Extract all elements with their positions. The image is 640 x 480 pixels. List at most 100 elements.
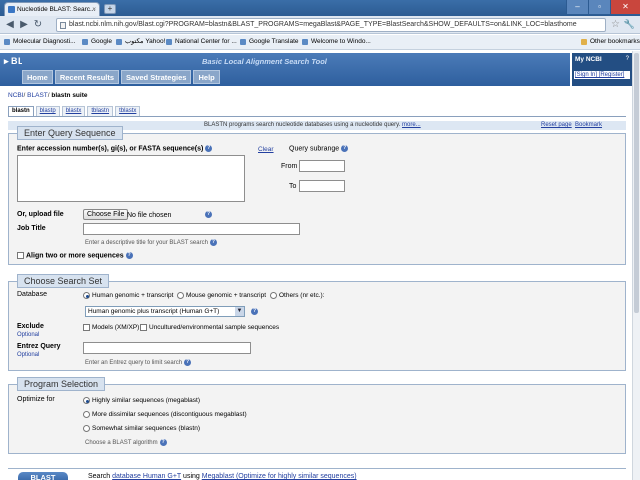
program-selection-section: Program Selection Optimize for Highly si… [8,377,626,454]
chevron-down-icon[interactable]: ▼ [235,307,244,316]
exclude-uncultured-checkbox[interactable] [140,324,147,331]
bookmark-item[interactable]: Molecular Diagnosti... [4,35,76,49]
database-link[interactable]: database Human G+T [112,473,181,480]
help-icon[interactable]: ? [205,145,213,152]
tab-blastn[interactable]: blastn [8,106,34,116]
more-link[interactable]: more... [402,122,421,128]
bookmark-item[interactable]: Google [82,35,112,49]
tab-title: Nucleotide BLAST: Searc... [17,6,96,13]
page-icon [60,22,66,29]
bookmark-star-icon[interactable]: ☆ [611,19,620,30]
breadcrumb-ncbi[interactable]: NCBI [8,92,24,99]
help-icon[interactable]: ? [184,359,192,366]
breadcrumb: NCBI/ BLAST/ blastn suite [8,92,88,99]
entrez-optional: Optional [17,352,40,358]
query-section: Enter Query Sequence Enter accession num… [8,126,626,265]
breadcrumb-blast[interactable]: BLAST [27,92,48,99]
browser-tab[interactable]: Nucleotide BLAST: Searc... × [4,2,100,16]
scrollbar-thumb[interactable] [634,53,639,313]
bookmark-item[interactable]: مكتوب Yahoo! [116,35,165,49]
algorithm-hint: Choose a BLAST algorithm? [85,439,167,447]
url-text: blast.ncbi.nlm.nih.gov/Blast.cgi?PROGRAM… [69,21,577,28]
db-human-radio[interactable] [83,292,90,299]
page-scrollbar[interactable] [632,51,640,480]
nav-home[interactable]: Home [22,70,53,84]
header-subtitle: Basic Local Alignment Search Tool [202,57,327,66]
tab-blastx[interactable]: blastx [61,106,86,116]
minimize-icon[interactable]: – [566,0,588,14]
myncbi-help-icon[interactable]: ? [626,56,629,62]
megablast-label: Highly similar sequences (megablast) [92,397,201,404]
new-tab-button[interactable]: + [104,4,116,14]
bookmark-item[interactable]: National Center for ... [166,35,237,49]
query-section-title: Enter Query Sequence [17,126,123,140]
db-others-label: Others (nr etc.): [279,292,325,299]
help-icon[interactable]: ? [205,211,212,218]
browser-toolbar: ◀ ▶ ↻ blast.ncbi.nlm.nih.gov/Blast.cgi?P… [0,16,640,34]
close-window-icon[interactable]: ✕ [610,0,640,14]
discontiguous-label: More dissimilar sequences (discontiguous… [92,411,247,418]
db-others-radio[interactable] [270,292,277,299]
program-selection-title: Program Selection [17,377,106,391]
program-description: BLASTN programs search nucleotide databa… [204,122,421,128]
align-two-checkbox[interactable] [17,252,24,259]
tab-blastp[interactable]: blastp [35,106,60,116]
blastn-radio[interactable] [83,425,90,432]
db-mouse-radio[interactable] [177,292,184,299]
blast-submit-bar: BLAST Search database Human G+T using Me… [8,468,626,480]
from-input[interactable] [299,160,345,172]
exclude-models-checkbox[interactable] [83,324,90,331]
accession-label: Enter accession number(s), gi(s), or FAS… [17,145,213,153]
nav-saved-strategies[interactable]: Saved Strategies [121,70,192,84]
bookmark-item[interactable]: Welcome to Windo... [302,35,371,49]
reload-icon[interactable]: ↻ [32,19,44,31]
search-set-section: Choose Search Set Database Human genomic… [8,274,626,371]
exclude-optional: Optional [17,332,40,338]
help-icon[interactable]: ? [341,145,349,152]
tab-tblastn[interactable]: tblastn [87,106,114,116]
choose-file-button[interactable]: Choose File [83,209,129,220]
search-summary: Search database Human G+T using Megablas… [88,473,357,480]
help-icon[interactable]: ? [251,308,258,315]
signin-register-links[interactable]: [Sign In] [Register] [574,71,630,79]
tab-divider [8,116,626,117]
megablast-radio[interactable] [83,397,90,404]
to-input[interactable] [299,180,345,192]
discontiguous-radio[interactable] [83,411,90,418]
entrez-hint: Enter an Entrez query to limit search? [85,359,192,367]
algorithm-link[interactable]: Megablast (Optimize for highly similar s… [202,473,357,480]
help-icon[interactable]: ? [125,252,133,259]
exclude-uncultured-label: Uncultured/environmental sample sequence… [149,324,280,331]
help-icon[interactable]: ? [209,239,217,246]
clear-link[interactable]: Clear [258,146,274,153]
page-content: BLAST Basic Local Alignment Search Tool … [0,51,632,480]
maximize-icon[interactable]: ▫ [588,0,610,14]
tab-tblastx[interactable]: tblastx [115,106,141,116]
nav-help[interactable]: Help [193,70,220,84]
database-select[interactable]: Human genomic plus transcript (Human G+T… [85,306,245,317]
no-file-chosen-text: No file chosen [127,212,172,219]
blast-submit-button[interactable]: BLAST [18,472,68,480]
tab-close-icon[interactable]: × [92,3,96,16]
upload-file-label: Or, upload file [17,211,64,218]
database-select-value: Human genomic plus transcript (Human G+T… [88,308,220,315]
back-icon[interactable]: ◀ [4,19,16,31]
blast-header: BLAST Basic Local Alignment Search Tool … [0,53,632,86]
myncbi-title[interactable]: My NCBI [575,56,602,63]
bookmark-item[interactable]: Google Translate [240,35,299,49]
job-title-input[interactable] [83,223,300,235]
program-tabs: blastn blastp blastx tblastn tblastx [8,106,142,116]
query-sequence-textarea[interactable] [17,155,245,202]
nav-recent-results[interactable]: Recent Results [54,70,120,84]
help-icon[interactable]: ? [159,439,167,446]
other-bookmarks[interactable]: Other bookmarks [581,35,640,49]
page-favicon-icon [8,6,15,13]
bookmark-link[interactable]: Bookmark [575,121,602,130]
reset-page-link[interactable]: Reset page [541,121,572,130]
address-bar[interactable]: blast.ncbi.nlm.nih.gov/Blast.cgi?PROGRAM… [56,18,606,32]
breadcrumb-current: blastn suite [51,92,88,99]
wrench-icon[interactable]: 🔧 [624,19,635,30]
entrez-query-input[interactable] [83,342,251,354]
forward-icon[interactable]: ▶ [18,19,30,31]
myncbi-box: My NCBI ? [Sign In] [Register] [572,53,632,86]
